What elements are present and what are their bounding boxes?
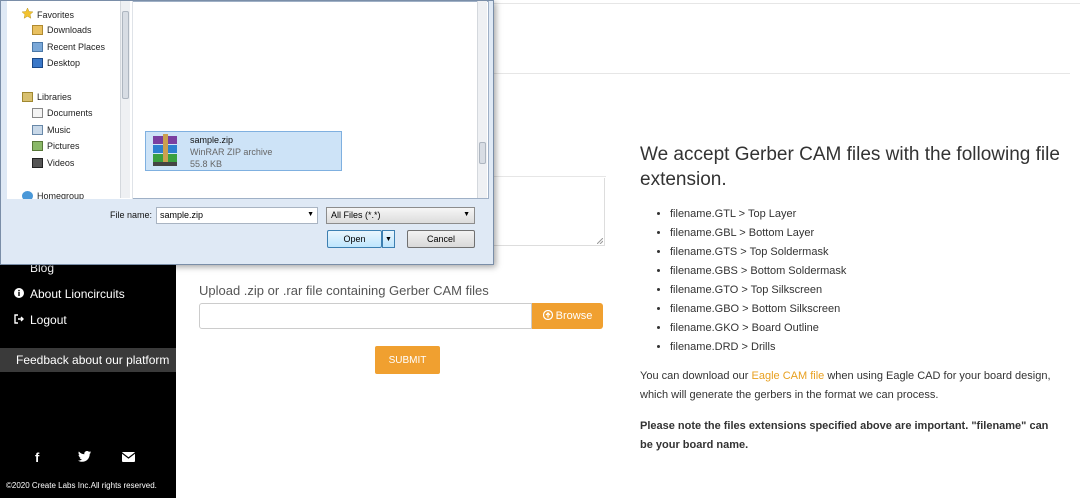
download-prefix: You can download our (640, 370, 752, 382)
open-button[interactable]: Open (327, 230, 382, 248)
file-size: 55.8 KB (190, 159, 223, 169)
sidebar-item-label: About Lioncircuits (30, 287, 125, 301)
nav-label: Desktop (47, 58, 81, 68)
file-open-dialog: Favorites Downloads Recent Places Deskto… (0, 0, 494, 265)
recent-places-icon (32, 42, 43, 52)
twitter-icon[interactable] (78, 450, 91, 465)
open-options-dropdown[interactable]: ▼ (382, 230, 395, 248)
file-name-value: sample.zip (160, 210, 204, 220)
videos-icon (32, 158, 43, 168)
nav-recent-places[interactable]: Recent Places (32, 42, 105, 52)
music-icon (32, 125, 43, 135)
list-item: filename.GTS > Top Soldermask (670, 243, 1060, 262)
upload-circle-icon (542, 309, 553, 323)
chevron-down-icon: ▼ (463, 211, 470, 218)
cancel-button[interactable]: Cancel (407, 230, 475, 248)
feedback-link[interactable]: Feedback about our platform (0, 348, 176, 372)
scrollbar-thumb[interactable] (479, 142, 486, 164)
sidebar-item-about[interactable]: About Lioncircuits (14, 287, 125, 301)
libraries-icon (22, 92, 33, 102)
nav-pictures[interactable]: Pictures (32, 141, 80, 151)
nav-favorites[interactable]: Favorites (21, 7, 75, 21)
info-circle-icon (14, 287, 24, 301)
browse-label: Browse (555, 310, 593, 322)
nav-videos[interactable]: Videos (32, 158, 74, 168)
pictures-icon (32, 141, 43, 151)
documents-icon (32, 108, 43, 118)
browse-button[interactable]: Browse (532, 303, 603, 329)
nav-label: Libraries (37, 92, 72, 102)
list-item: filename.GTL > Top Layer (670, 205, 1060, 224)
nav-libraries[interactable]: Libraries (22, 92, 72, 102)
nav-label: Homegroup (37, 191, 85, 199)
file-type-filter[interactable]: All Files (*.*) ▼ (326, 207, 475, 224)
nav-label: Favorites (37, 9, 75, 20)
sidebar-item-label: Logout (30, 313, 67, 327)
extension-list: filename.GTL > Top Layer filename.GBL > … (640, 205, 1060, 357)
nav-pane-scrollbar[interactable] (120, 1, 130, 198)
submit-button[interactable]: SUBMIT (375, 346, 440, 374)
download-note: You can download our Eagle CAM file when… (640, 367, 1060, 405)
important-note: Please note the files extensions specifi… (640, 420, 1049, 451)
textarea-field[interactable] (490, 178, 605, 246)
list-item: filename.GKO > Board Outline (670, 319, 1060, 338)
form-field-underline (490, 176, 606, 177)
nav-label: Downloads (47, 25, 92, 35)
nav-label: Videos (47, 158, 75, 168)
navigation-pane: Favorites Downloads Recent Places Deskto… (7, 1, 133, 199)
file-name: sample.zip (190, 135, 234, 145)
eagle-cam-link[interactable]: Eagle CAM file (752, 370, 825, 382)
facebook-icon[interactable]: f (35, 450, 39, 465)
email-icon[interactable] (121, 450, 136, 465)
nav-label: Recent Places (47, 42, 106, 52)
header-divider (490, 73, 1070, 74)
chevron-down-icon: ▼ (385, 235, 392, 243)
list-item: filename.GBS > Bottom Soldermask (670, 262, 1060, 281)
nav-label: Music (47, 125, 71, 135)
file-name-label: File name: (110, 210, 153, 220)
homegroup-icon (22, 191, 33, 199)
star-icon (21, 7, 34, 21)
list-item: filename.GBO > Bottom Silkscreen (670, 300, 1060, 319)
nav-desktop[interactable]: Desktop (32, 58, 80, 68)
list-item: filename.GTO > Top Silkscreen (670, 281, 1060, 300)
desktop-icon (32, 58, 43, 68)
nav-label: Pictures (47, 141, 80, 151)
info-heading: We accept Gerber CAM files with the foll… (640, 144, 1060, 190)
chevron-down-icon[interactable]: ▼ (307, 211, 314, 218)
nav-music[interactable]: Music (32, 125, 71, 135)
downloads-folder-icon (32, 25, 43, 35)
sidebar-item-logout[interactable]: Logout (14, 313, 67, 327)
filter-value: All Files (*.*) (331, 210, 381, 220)
file-name-input[interactable]: sample.zip ▼ (156, 207, 318, 224)
list-item: filename.GBL > Bottom Layer (670, 224, 1060, 243)
copyright-text: ©2020 Create Labs Inc.All rights reserve… (6, 481, 157, 490)
scrollbar-thumb[interactable] (122, 11, 129, 99)
logout-icon (14, 313, 24, 327)
nav-downloads[interactable]: Downloads (32, 25, 92, 35)
file-item-sample-zip[interactable]: sample.zip WinRAR ZIP archive 55.8 KB (145, 131, 342, 171)
file-path-input[interactable] (199, 303, 532, 329)
nav-homegroup[interactable]: Homegroup (22, 191, 84, 199)
list-item: filename.DRD > Drills (670, 338, 1060, 357)
file-format-info: We accept Gerber CAM files with the foll… (640, 142, 1060, 455)
nav-documents[interactable]: Documents (32, 108, 93, 118)
file-list-scrollbar[interactable] (477, 1, 487, 198)
file-type: WinRAR ZIP archive (190, 147, 273, 157)
nav-label: Documents (47, 108, 93, 118)
winrar-archive-icon (151, 134, 181, 168)
resize-handle-icon[interactable] (597, 238, 603, 244)
upload-label: Upload .zip or .rar file containing Gerb… (199, 283, 489, 298)
